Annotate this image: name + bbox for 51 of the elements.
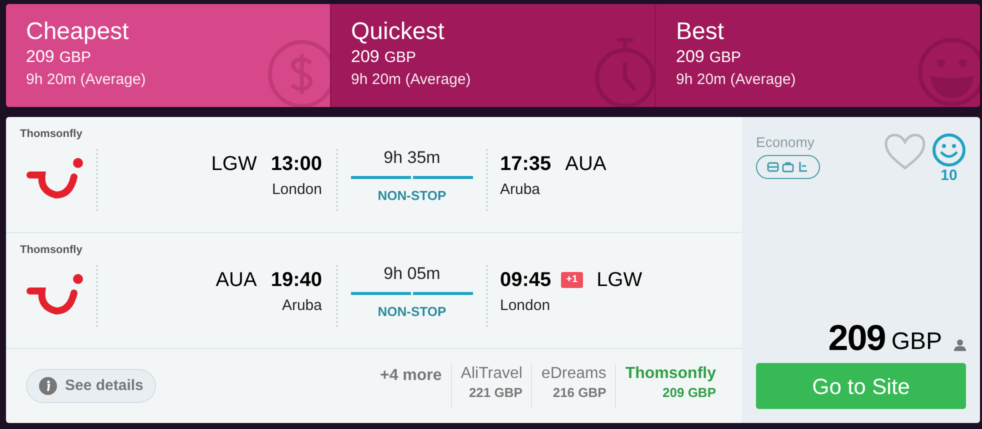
tab-currency: GBP xyxy=(59,48,92,68)
tab-title: Quickest xyxy=(351,18,444,46)
cabin-class: Economy xyxy=(756,133,814,151)
next-day-badge: +1 xyxy=(561,272,583,288)
tab-price: 209 xyxy=(676,46,704,68)
city-name: Aruba xyxy=(500,180,540,200)
sort-tab[interactable]: Cheapest 209 GBP 9h 20m (Average) xyxy=(6,4,330,107)
city-name: London xyxy=(272,180,322,200)
heart-icon[interactable] xyxy=(884,133,926,171)
airline-name: Thomsonfly xyxy=(20,127,84,141)
provider-option[interactable]: Thomsonfly 209 GBP xyxy=(615,364,722,408)
airline-name: Thomsonfly xyxy=(20,243,84,257)
tab-title: Cheapest xyxy=(26,18,129,46)
tab-price: 209 xyxy=(351,46,380,68)
smiley-icon xyxy=(916,36,980,107)
tab-price: 209 xyxy=(26,46,54,68)
city-name: London xyxy=(500,296,550,316)
provider-option[interactable]: AliTravel 221 GBP xyxy=(450,364,532,408)
sort-tab[interactable]: Quickest 209 GBP 9h 20m (Average) xyxy=(330,4,655,107)
see-details-button[interactable]: See details xyxy=(26,369,156,403)
go-to-site-button[interactable]: Go to Site xyxy=(756,363,966,409)
more-providers-link[interactable]: +4 more xyxy=(380,364,451,388)
total-price: 209 xyxy=(828,319,886,357)
tab-duration: 9h 20m (Average) xyxy=(676,70,796,90)
smiley-icon xyxy=(932,133,966,167)
amenities-badge xyxy=(756,155,820,179)
person-icon xyxy=(954,339,966,351)
city-name: Aruba xyxy=(282,296,322,316)
flight-duration: 9h 05m xyxy=(384,263,440,285)
arrival-time: 09:45 xyxy=(500,268,552,293)
departure-time: 13:00 xyxy=(270,152,322,177)
tab-duration: 9h 20m (Average) xyxy=(26,70,146,90)
tab-currency: GBP xyxy=(709,48,742,68)
rating-score: 10 xyxy=(940,167,958,185)
airport-code: LGW xyxy=(211,152,257,177)
airport-code: AUA xyxy=(216,268,257,293)
departure-time: 19:40 xyxy=(270,268,322,293)
tab-duration: 9h 20m (Average) xyxy=(351,70,471,90)
airport-code: LGW xyxy=(596,268,642,293)
provider-option[interactable]: eDreams 216 GBP xyxy=(531,364,616,408)
info-icon xyxy=(39,377,57,395)
price-currency: GBP xyxy=(891,327,942,357)
sort-tab[interactable]: Best 209 GBP 9h 20m (Average) xyxy=(655,4,980,107)
airport-code: AUA xyxy=(565,152,606,177)
tab-title: Best xyxy=(676,18,724,46)
stops-label: NON-STOP xyxy=(378,187,446,205)
arrival-time: 17:35 xyxy=(500,152,552,177)
dollar-icon xyxy=(266,38,330,107)
flight-duration: 9h 35m xyxy=(384,147,440,169)
tab-currency: GBP xyxy=(384,48,416,68)
stops-label: NON-STOP xyxy=(378,303,446,321)
